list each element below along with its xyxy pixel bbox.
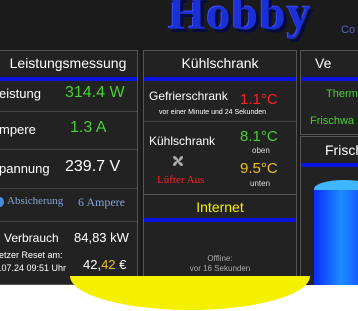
spannung-label: pannung (0, 161, 50, 176)
info-icon (0, 197, 4, 207)
leistung-title: Leistungsmessung (9, 55, 127, 71)
divider (0, 149, 137, 150)
kuehlschrank-panel: Kühlschrank Gefrierschrank 1.1°C vor ein… (143, 50, 297, 195)
logo-subtext: Co (341, 24, 356, 36)
divider (0, 221, 137, 222)
unten-label: unten (250, 179, 271, 188)
dashboard: Hobby Co Leistungsmessung eistung 314.4 … (0, 0, 358, 285)
water-tank-icon (314, 190, 358, 285)
right-panel: Ve Therm Frischwa (300, 50, 358, 135)
leistung-panel: Leistungsmessung eistung 314.4 W mpere 1… (0, 50, 138, 285)
internet-title-bar (144, 218, 296, 222)
verbrauch-value: 84,83 kW (74, 230, 129, 245)
gefrier-label: Gefrierschrank (149, 89, 228, 103)
internet-panel: Internet Offline: vor 16 Sekunden (143, 194, 297, 285)
divider (0, 111, 137, 112)
kuehl-label: Kühlschrank (149, 134, 216, 148)
absicherung-label: Absicherung (7, 195, 64, 207)
therm-item: Therm (326, 88, 358, 100)
spannung-value: 239.7 V (65, 158, 121, 175)
frisch-title-bar (301, 163, 358, 167)
fan-icon (172, 155, 184, 167)
leistung-title-bar (0, 77, 137, 81)
cost-highlight: 42 (101, 257, 116, 272)
leistung-value: 314.4 W (65, 84, 125, 101)
frischwasser-item: Frischwa (310, 115, 355, 127)
reset-date: .07.24 09:51 Uhr (0, 263, 67, 273)
verbrauch-label: Verbrauch (4, 231, 59, 245)
divider (0, 188, 137, 189)
right-title-bar (301, 77, 358, 81)
unten-value: 9.5°C (240, 160, 278, 177)
gefrier-value: 1.1°C (240, 91, 278, 108)
kuehlschrank-title: Kühlschrank (181, 55, 259, 71)
leistung-label: eistung (0, 86, 41, 101)
yellow-highlight (70, 276, 310, 310)
right-title: Ve (315, 55, 332, 71)
gefrier-note: vor einer Minute und 24 Sekunden (159, 109, 267, 116)
cost-value: 42,42 € (83, 257, 127, 272)
luefter-status: Lüfter Aus (157, 174, 205, 186)
ampere-label: mpere (0, 122, 36, 137)
oben-label: oben (252, 146, 270, 155)
kuehlschrank-title-bar (144, 77, 296, 81)
ampere-value: 1.3 A (70, 119, 107, 136)
internet-status-line1: Offline: (207, 254, 233, 263)
absicherung-value: 6 Ampere (78, 195, 125, 209)
divider (144, 121, 296, 122)
frisch-title: Frisch (325, 142, 358, 158)
reset-label: etzer Reset am: (0, 250, 63, 260)
internet-status-line2: vor 16 Sekunden (189, 264, 251, 273)
logo-text: Hobby (168, 0, 312, 40)
oben-value: 8.1°C (240, 128, 278, 145)
